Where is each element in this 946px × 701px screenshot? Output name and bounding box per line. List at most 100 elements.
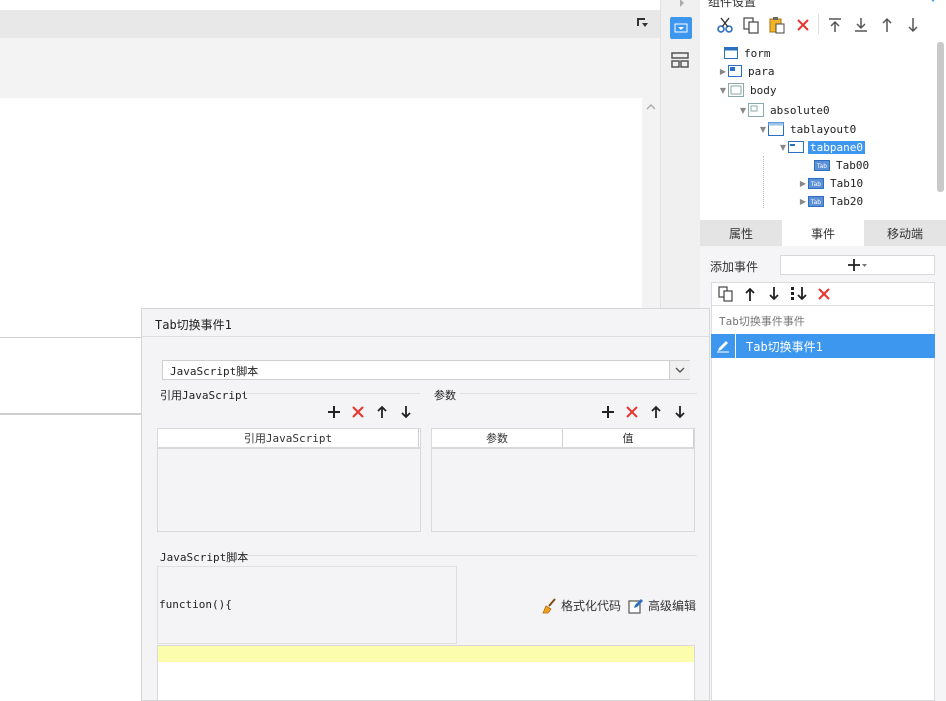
- copy-event-icon[interactable]: [718, 286, 734, 302]
- move-up-icon[interactable]: [375, 405, 389, 419]
- delete-icon[interactable]: [794, 16, 812, 34]
- event-type-select-value: JavaScript脚本: [170, 365, 259, 378]
- event-list: [711, 306, 935, 701]
- tree-expanded-icon[interactable]: ▼: [778, 142, 788, 152]
- canvas-divider: [0, 413, 142, 415]
- canvas-vertical-scrollbar[interactable]: [642, 98, 660, 310]
- param-value-column-header[interactable]: 值: [563, 429, 694, 447]
- move-top-icon[interactable]: [826, 16, 844, 34]
- move-down-icon[interactable]: [673, 405, 687, 419]
- tab-properties[interactable]: 属性: [700, 220, 782, 246]
- chevron-down-icon[interactable]: [669, 361, 690, 379]
- move-down-icon[interactable]: [399, 405, 413, 419]
- panel-tabs: 属性 事件 移动端: [700, 220, 946, 246]
- ref-js-column-header[interactable]: 引用JavaScript: [158, 429, 419, 447]
- edit-pencil-icon[interactable]: [711, 334, 736, 358]
- event-toolbar: [711, 282, 935, 306]
- tree-node-label: Tab10: [830, 176, 864, 190]
- tree-node-label: body: [750, 83, 777, 97]
- form-icon: [724, 47, 738, 59]
- parameter-panel-icon: [728, 65, 742, 77]
- expand-arrow-icon[interactable]: [677, 0, 687, 8]
- add-event-button[interactable]: [780, 255, 935, 275]
- move-down-icon[interactable]: [766, 286, 782, 302]
- tree-expander: [714, 48, 724, 58]
- tree-node-tablayout0[interactable]: ▼ tablayout0: [758, 120, 858, 138]
- canvas-header-area: [0, 38, 660, 98]
- advanced-edit-button[interactable]: 高级编辑: [628, 597, 696, 614]
- tree-collapsed-icon[interactable]: ▶: [798, 178, 808, 188]
- tree-node-label: tabpane0: [808, 140, 865, 154]
- event-group-label: Tab切换事件事件: [719, 315, 805, 328]
- delete-icon[interactable]: [625, 405, 639, 419]
- params-table[interactable]: 参数 值: [431, 428, 695, 532]
- tree-scrollbar[interactable]: [937, 42, 944, 192]
- params-table-header: 参数 值: [432, 429, 694, 449]
- dialog-title: Tab切换事件1: [155, 318, 232, 332]
- svg-text:Tab: Tab: [816, 163, 827, 170]
- tree-expanded-icon[interactable]: ▼: [738, 105, 748, 115]
- ref-js-table[interactable]: 引用JavaScript: [157, 428, 421, 532]
- tree-collapsed-icon[interactable]: ▶: [718, 66, 728, 76]
- event-item-label: Tab切换事件1: [746, 339, 823, 354]
- delete-event-icon[interactable]: [816, 286, 832, 302]
- event-list-item[interactable]: Tab切换事件1: [711, 334, 935, 358]
- tree-expanded-icon[interactable]: ▼: [718, 85, 728, 95]
- layout-icon[interactable]: [671, 52, 689, 68]
- body-icon: [728, 83, 744, 97]
- tree-node-label: Tab20: [830, 194, 864, 208]
- move-up-icon[interactable]: [649, 405, 663, 419]
- move-bottom-icon[interactable]: [852, 16, 870, 34]
- params-section-label: 参数: [434, 389, 456, 402]
- cut-icon[interactable]: [716, 16, 734, 34]
- tree-node-tab00[interactable]: Tab Tab00: [804, 156, 871, 174]
- tree-expanded-icon[interactable]: ▼: [758, 124, 768, 134]
- copy-icon[interactable]: [742, 16, 760, 34]
- widget-settings-button[interactable]: [670, 17, 692, 39]
- param-name-column-header[interactable]: 参数: [432, 429, 563, 447]
- add-icon[interactable]: [327, 405, 341, 419]
- tree-expander: [804, 160, 814, 170]
- svg-text:Tab: Tab: [810, 199, 821, 206]
- tree-node-tab10[interactable]: ▶ Tab Tab10: [798, 174, 865, 192]
- panel-title: 组件设置: [708, 0, 757, 9]
- tree-node-absolute0[interactable]: ▼ absolute0: [738, 101, 832, 119]
- tab-events[interactable]: 事件: [782, 220, 864, 246]
- tree-collapsed-icon[interactable]: ▶: [798, 196, 808, 206]
- tab-icon: Tab: [808, 195, 824, 207]
- tree-node-body[interactable]: ▼ body: [718, 81, 779, 99]
- absolute-layout-icon: [748, 103, 764, 117]
- move-down-icon[interactable]: [904, 16, 922, 34]
- move-up-icon[interactable]: [878, 16, 896, 34]
- tree-node-form[interactable]: form: [714, 44, 773, 62]
- tab-pane-icon: [788, 141, 804, 153]
- tree-node-para[interactable]: ▶ para: [718, 62, 777, 80]
- corner-menu-icon[interactable]: [636, 17, 650, 31]
- js-script-section-label: JavaScript脚本: [160, 551, 249, 564]
- function-signature: function(){: [159, 598, 232, 611]
- pin-icon[interactable]: [928, 0, 938, 6]
- sort-down-icon[interactable]: [790, 286, 808, 302]
- tree-node-tabpane0[interactable]: ▼ tabpane0: [778, 138, 865, 156]
- widget-toolbar: [700, 10, 946, 40]
- tab-layout-icon: [768, 122, 784, 136]
- tree-node-label: para: [748, 64, 775, 78]
- tree-connector: [763, 156, 765, 208]
- delete-icon[interactable]: [351, 405, 365, 419]
- move-up-icon[interactable]: [742, 286, 758, 302]
- toolbar-separator: [818, 14, 819, 34]
- section-divider: [460, 393, 697, 394]
- tree-node-tab20[interactable]: ▶ Tab Tab20: [798, 192, 865, 210]
- advanced-edit-label: 高级编辑: [648, 599, 697, 613]
- add-icon[interactable]: [601, 405, 615, 419]
- tab-icon: Tab: [808, 177, 824, 189]
- ref-js-table-header: 引用JavaScript: [158, 429, 420, 449]
- ref-js-section-label: 引用JavaScript: [160, 389, 249, 402]
- section-divider: [245, 393, 420, 394]
- edit-icon: [628, 598, 643, 614]
- paste-icon[interactable]: [768, 16, 786, 34]
- format-code-button[interactable]: 格式化代码: [541, 597, 621, 614]
- tab-icon: Tab: [814, 159, 830, 171]
- top-strip: [0, 0, 660, 10]
- tab-mobile[interactable]: 移动端: [864, 220, 946, 246]
